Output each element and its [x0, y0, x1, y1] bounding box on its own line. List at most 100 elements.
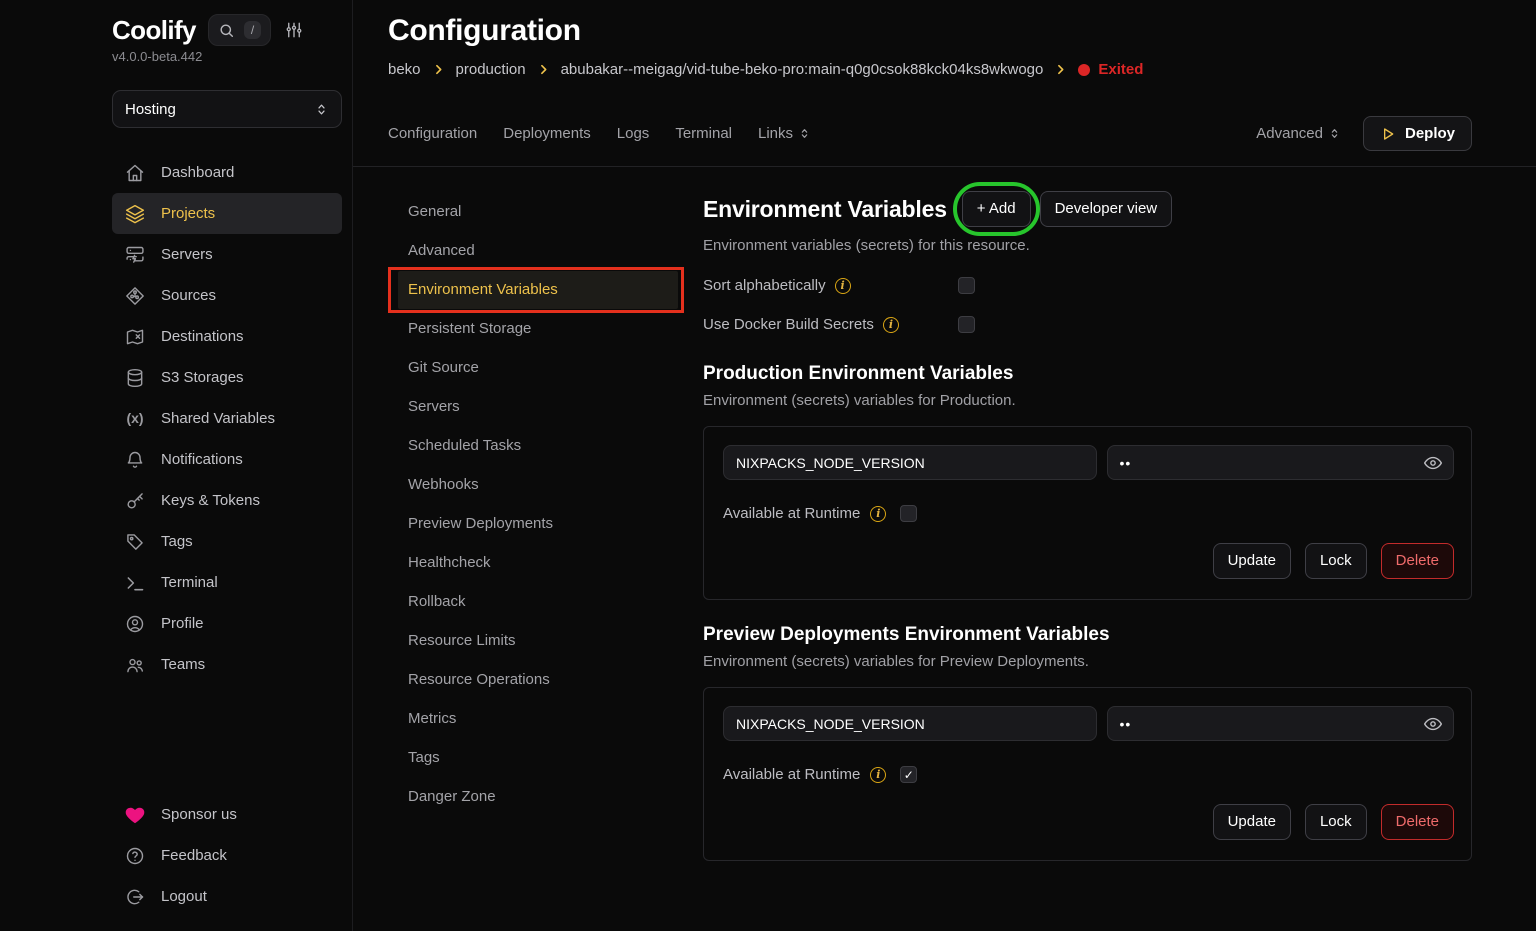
- sidebar-item-terminal[interactable]: Terminal: [112, 562, 342, 603]
- update-button[interactable]: Update: [1213, 543, 1291, 579]
- subnav-item-rollback[interactable]: Rollback: [398, 583, 678, 621]
- play-icon: [1380, 126, 1396, 142]
- tag-icon: [124, 532, 146, 552]
- add-button-wrap: + Add: [962, 191, 1031, 227]
- available-at-runtime-row: Available at Runtime i: [723, 505, 1454, 522]
- sidebar-item-sponsor-us[interactable]: Sponsor us: [112, 794, 342, 835]
- variable-name-input[interactable]: [723, 706, 1097, 741]
- info-icon[interactable]: i: [835, 278, 851, 294]
- user-circle-icon: [124, 614, 146, 634]
- sidebar-item-sources[interactable]: Sources: [112, 275, 342, 316]
- subnav-item-webhooks[interactable]: Webhooks: [398, 466, 678, 504]
- search-icon: [218, 22, 235, 39]
- variable-name-input[interactable]: [723, 445, 1097, 480]
- logout-icon: [124, 887, 146, 907]
- sidebar-item-profile[interactable]: Profile: [112, 603, 342, 644]
- docker-build-secrets-label: Use Docker Build Secrets: [703, 316, 874, 333]
- sidebar-item-projects[interactable]: Projects: [112, 193, 342, 234]
- variable-value-input[interactable]: [1107, 445, 1455, 480]
- sidebar-item-keys-tokens[interactable]: Keys & Tokens: [112, 480, 342, 521]
- tab-links[interactable]: Links: [758, 125, 811, 142]
- deploy-button[interactable]: Deploy: [1363, 116, 1472, 151]
- sidebar-item-label: Sources: [161, 284, 216, 307]
- docker-build-secrets-label-wrap: Use Docker Build Secrets i: [703, 316, 958, 333]
- section-subtitle: Environment (secrets) variables for Prod…: [703, 392, 1472, 409]
- subnav-item-persistent-storage[interactable]: Persistent Storage: [398, 310, 678, 348]
- sidebar-item-logout[interactable]: Logout: [112, 876, 342, 917]
- configuration-subnav: General Advanced Environment Variables P…: [353, 167, 703, 931]
- sidebar-item-notifications[interactable]: Notifications: [112, 439, 342, 480]
- info-icon[interactable]: i: [883, 317, 899, 333]
- env-variable-card: Available at Runtime i Update Lock Delet…: [703, 426, 1472, 600]
- reveal-value-button[interactable]: [1423, 714, 1443, 734]
- docker-build-secrets-checkbox[interactable]: [958, 316, 975, 333]
- sidebar-footer: Sponsor us Feedback Logout: [112, 794, 342, 917]
- subnav-item-resource-operations[interactable]: Resource Operations: [398, 661, 678, 699]
- subnav-item-environment-variables[interactable]: Environment Variables: [398, 271, 678, 309]
- developer-view-button[interactable]: Developer view: [1040, 191, 1173, 227]
- settings-sliders-button[interactable]: [285, 21, 303, 39]
- update-button[interactable]: Update: [1213, 804, 1291, 840]
- sidebar-item-label: Notifications: [161, 448, 243, 471]
- sort-alphabetically-checkbox[interactable]: [958, 277, 975, 294]
- subnav-item-scheduled-tasks[interactable]: Scheduled Tasks: [398, 427, 678, 465]
- layers-icon: [124, 204, 146, 224]
- breadcrumb-environment[interactable]: production: [456, 61, 526, 78]
- available-at-runtime-checkbox[interactable]: ✓: [900, 766, 917, 783]
- subnav-item-advanced[interactable]: Advanced: [398, 232, 678, 270]
- subnav-item-metrics[interactable]: Metrics: [398, 700, 678, 738]
- section-title: Preview Deployments Environment Variable…: [703, 624, 1472, 646]
- sidebar-item-feedback[interactable]: Feedback: [112, 835, 342, 876]
- subnav-item-danger-zone[interactable]: Danger Zone: [398, 778, 678, 816]
- configuration-content: General Advanced Environment Variables P…: [353, 167, 1536, 931]
- delete-button[interactable]: Delete: [1381, 543, 1454, 579]
- info-icon[interactable]: i: [870, 767, 886, 783]
- sidebar-nav: Dashboard Projects Servers Sources Desti…: [112, 152, 342, 685]
- available-at-runtime-label: Available at Runtime: [723, 766, 860, 783]
- subnav-item-tags[interactable]: Tags: [398, 739, 678, 777]
- advanced-dropdown[interactable]: Advanced: [1256, 125, 1341, 142]
- subnav-item-git-source[interactable]: Git Source: [398, 349, 678, 387]
- sidebar-item-s3-storages[interactable]: S3 Storages: [112, 357, 342, 398]
- heart-icon: [124, 805, 146, 825]
- sidebar-item-label: Sponsor us: [161, 803, 237, 826]
- sidebar-item-teams[interactable]: Teams: [112, 644, 342, 685]
- sidebar-item-tags[interactable]: Tags: [112, 521, 342, 562]
- tab-terminal[interactable]: Terminal: [675, 125, 732, 142]
- main-area: Configuration beko production abubakar--…: [353, 0, 1536, 931]
- tab-logs[interactable]: Logs: [617, 125, 650, 142]
- tab-deployments[interactable]: Deployments: [503, 125, 591, 142]
- subnav-item-healthcheck[interactable]: Healthcheck: [398, 544, 678, 582]
- eye-icon: [1423, 453, 1443, 473]
- sort-alphabetically-row: Sort alphabetically i: [703, 277, 1472, 294]
- breadcrumb-project[interactable]: beko: [388, 61, 421, 78]
- subnav-item-preview-deployments[interactable]: Preview Deployments: [398, 505, 678, 543]
- subnav-item-general[interactable]: General: [398, 193, 678, 231]
- map-icon: [124, 327, 146, 347]
- search-shortcut-key: /: [244, 21, 261, 39]
- breadcrumb-resource[interactable]: abubakar--meigag/vid-tube-beko-pro:main-…: [561, 61, 1044, 78]
- sidebar-item-label: Tags: [161, 530, 193, 553]
- info-icon[interactable]: i: [870, 506, 886, 522]
- subnav-item-resource-limits[interactable]: Resource Limits: [398, 622, 678, 660]
- subnav-item-servers[interactable]: Servers: [398, 388, 678, 426]
- bell-icon: [124, 450, 146, 470]
- tab-configuration[interactable]: Configuration: [388, 125, 477, 142]
- sidebar-item-shared-variables[interactable]: (x) Shared Variables: [112, 398, 342, 439]
- lock-button[interactable]: Lock: [1305, 804, 1367, 840]
- help-circle-icon: [124, 846, 146, 866]
- available-at-runtime-checkbox[interactable]: [900, 505, 917, 522]
- sidebar-item-dashboard[interactable]: Dashboard: [112, 152, 342, 193]
- lock-button[interactable]: Lock: [1305, 543, 1367, 579]
- add-button[interactable]: + Add: [962, 191, 1031, 227]
- key-icon: [124, 491, 146, 511]
- sidebar-item-servers[interactable]: Servers: [112, 234, 342, 275]
- search-button[interactable]: /: [208, 14, 271, 46]
- variable-value-input[interactable]: [1107, 706, 1455, 741]
- sidebar-item-destinations[interactable]: Destinations: [112, 316, 342, 357]
- delete-button[interactable]: Delete: [1381, 804, 1454, 840]
- sort-alphabetically-label: Sort alphabetically: [703, 277, 826, 294]
- sidebar-item-label: Terminal: [161, 571, 218, 594]
- team-selector[interactable]: Hosting: [112, 90, 342, 128]
- reveal-value-button[interactable]: [1423, 453, 1443, 473]
